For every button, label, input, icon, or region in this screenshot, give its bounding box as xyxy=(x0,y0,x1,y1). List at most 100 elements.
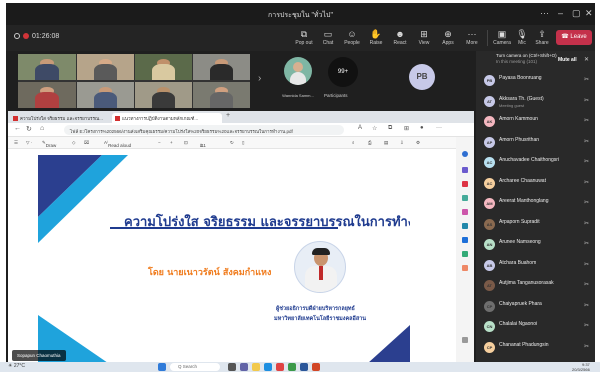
contents-icon[interactable]: ☰ xyxy=(14,140,18,146)
pdf-search-icon[interactable]: ⌕ xyxy=(352,140,355,145)
sidebar-settings-icon[interactable] xyxy=(462,337,468,343)
games-icon[interactable] xyxy=(462,209,468,215)
drop-icon[interactable] xyxy=(462,251,468,257)
eraser-icon[interactable]: ◇ xyxy=(72,140,75,146)
participant-row[interactable]: AS Arpaporn Supradit ✂ xyxy=(476,215,595,235)
participant-video[interactable]: Wannida Samm... xyxy=(276,55,320,111)
participant-row[interactable]: AK Amorn Kammoun ✂ xyxy=(476,112,595,132)
highlight-icon[interactable]: ▽ · xyxy=(26,140,32,146)
participant-row[interactable]: CN Chalalai Ngaonoi ✂ xyxy=(476,317,595,337)
shopping-icon[interactable] xyxy=(462,181,468,187)
new-tab-icon[interactable]: + xyxy=(226,112,230,119)
video-tile[interactable] xyxy=(77,82,134,108)
refresh-icon[interactable]: ↻ xyxy=(26,125,32,133)
chat-button[interactable]: ▭ Chat xyxy=(316,28,340,46)
taskbar-search[interactable]: Q Search xyxy=(170,363,220,371)
profile-icon[interactable]: ● xyxy=(420,125,424,131)
weather-widget[interactable]: ☀ 27°C xyxy=(8,363,25,369)
more-participants-button[interactable]: 99+ xyxy=(328,57,358,87)
mute-all-button[interactable]: Mute all xyxy=(558,57,577,63)
collections-icon[interactable]: ⊞ xyxy=(404,125,409,132)
participant-row[interactable]: CP Chananat Phadungsin ✂ xyxy=(476,338,595,358)
video-tile[interactable] xyxy=(135,82,192,108)
video-tile[interactable] xyxy=(77,54,134,80)
avatar: AC xyxy=(484,177,495,189)
text-icon[interactable]: ⌧ xyxy=(84,140,89,146)
rotate-icon[interactable]: ↻ xyxy=(230,140,234,146)
participant-row[interactable]: AM Areerat Manthonglang ✂ xyxy=(476,194,595,214)
pdf-print-icon[interactable]: ⎙ xyxy=(368,140,372,145)
zoom-out-icon[interactable]: − xyxy=(158,140,161,145)
video-tile[interactable] xyxy=(193,54,250,80)
extensions-icon[interactable]: ⧉ xyxy=(388,125,392,132)
apps-button[interactable]: ⊕ Apps xyxy=(436,28,460,46)
video-tile[interactable] xyxy=(18,82,76,108)
close-window-icon[interactable]: ✕ xyxy=(585,8,593,19)
browser-tab-active[interactable]: แนวทางการปฏิบัติงานตามหลักเกณฑ์... xyxy=(112,113,222,123)
favorite-icon[interactable]: ☆ xyxy=(372,125,377,132)
video-tile[interactable] xyxy=(193,82,250,108)
video-tile[interactable] xyxy=(135,54,192,80)
participant-row[interactable]: PB Payasa Boonruang ✂ xyxy=(476,71,595,91)
zoom-in-icon[interactable]: + xyxy=(170,140,173,145)
participant-row[interactable]: AB Atchara Buahom ✂ xyxy=(476,256,595,276)
home-icon[interactable]: ⌂ xyxy=(40,125,44,132)
edge-icon[interactable] xyxy=(264,363,272,371)
minimize-icon[interactable]: – xyxy=(558,8,563,18)
participant-row[interactable]: AC Archaree Chaanuwat ✂ xyxy=(476,174,595,194)
participant-row[interactable]: AN Arunee Namseong ✂ xyxy=(476,235,595,255)
people-button[interactable]: ☺ People xyxy=(340,28,364,46)
more-button[interactable]: ··· More xyxy=(460,28,484,46)
url-field[interactable]: ไฟล์ E:/โครงการ%202566/งานส่งเสริมคุณธรร… xyxy=(64,125,344,135)
browser-menu-icon[interactable]: ··· xyxy=(436,125,442,131)
close-panel-icon[interactable]: ✕ xyxy=(584,56,589,63)
office-icon[interactable] xyxy=(462,223,468,229)
bing-icon[interactable] xyxy=(462,151,468,157)
pdf-save-icon[interactable]: ▤ xyxy=(384,140,388,146)
acrobat-icon[interactable] xyxy=(276,363,284,371)
tab-label: แนวทางการปฏิบัติงานตามหลักเกณฑ์... xyxy=(122,116,199,121)
powerpoint-icon[interactable] xyxy=(312,363,320,371)
draw-button[interactable]: ✎ Draw xyxy=(42,140,56,148)
participant-row[interactable]: AT Autjima Tanganusorasak ✂ xyxy=(476,276,595,296)
chevron-right-icon[interactable]: › xyxy=(258,73,261,84)
react-button[interactable]: ☻ React xyxy=(388,28,412,46)
in-meeting-heading[interactable]: In this meeting (101) xyxy=(496,59,537,64)
outlook-icon[interactable] xyxy=(462,237,468,243)
back-icon[interactable]: ← xyxy=(14,125,21,132)
avatar: CP xyxy=(484,341,495,353)
more-options-icon[interactable]: ··· xyxy=(540,8,549,18)
fit-page-icon[interactable]: ⊡ xyxy=(184,140,188,146)
teams-icon[interactable] xyxy=(240,363,248,371)
word-icon[interactable] xyxy=(300,363,308,371)
clock[interactable]: 9:37 20/3/2566 xyxy=(572,362,590,372)
page-view-icon[interactable]: ▯ xyxy=(242,140,244,146)
video-tile[interactable] xyxy=(18,54,76,80)
read-aloud-button[interactable]: A⁾ Read aloud xyxy=(104,140,131,148)
excel-icon[interactable] xyxy=(288,363,296,371)
sidebar-search-icon[interactable] xyxy=(462,167,468,173)
participant-name: Autjima Tanganusorasak xyxy=(499,280,554,286)
read-view-icon[interactable]: A xyxy=(358,125,362,131)
raise-hand-button[interactable]: ✋ Raise xyxy=(364,28,388,46)
share-button[interactable]: ⇪ Share xyxy=(530,28,554,46)
view-button[interactable]: ⊞ View xyxy=(412,28,436,46)
participant-row[interactable]: CP Chaiyapruek Phara ✂ xyxy=(476,297,595,317)
tools-icon[interactable] xyxy=(462,195,468,201)
start-icon[interactable] xyxy=(158,363,166,371)
participant-row[interactable]: AC Anuchavadee Chaithongsri ✂ xyxy=(476,153,595,173)
browser-tab[interactable]: ความโปร่งใส จริยธรรม และจรรยาบรรณ... xyxy=(10,113,110,123)
video-gallery[interactable] xyxy=(18,54,250,108)
edge-sidebar xyxy=(456,137,474,365)
participant-row[interactable]: AP Amorn Phusrithan ✂ xyxy=(476,133,595,153)
popout-button[interactable]: ⧉ Pop out xyxy=(292,28,316,46)
pdf-saveas-icon[interactable]: ⇩ xyxy=(400,140,404,146)
task-view-icon[interactable] xyxy=(228,363,236,371)
pdf-settings-icon[interactable]: ⚙ xyxy=(416,140,420,146)
maximize-icon[interactable]: ▢ xyxy=(572,8,581,19)
title-bar: การประชุมใน "ทั่วไป" ··· – ▢ ✕ xyxy=(6,3,595,25)
participant-row[interactable]: AT Akksara Th. (Guest) Meeting guest ✂ xyxy=(476,92,595,112)
explorer-icon[interactable] xyxy=(252,363,260,371)
leave-button[interactable]: ☎ Leave xyxy=(556,30,592,45)
sidebar-app-icon[interactable] xyxy=(462,265,468,271)
